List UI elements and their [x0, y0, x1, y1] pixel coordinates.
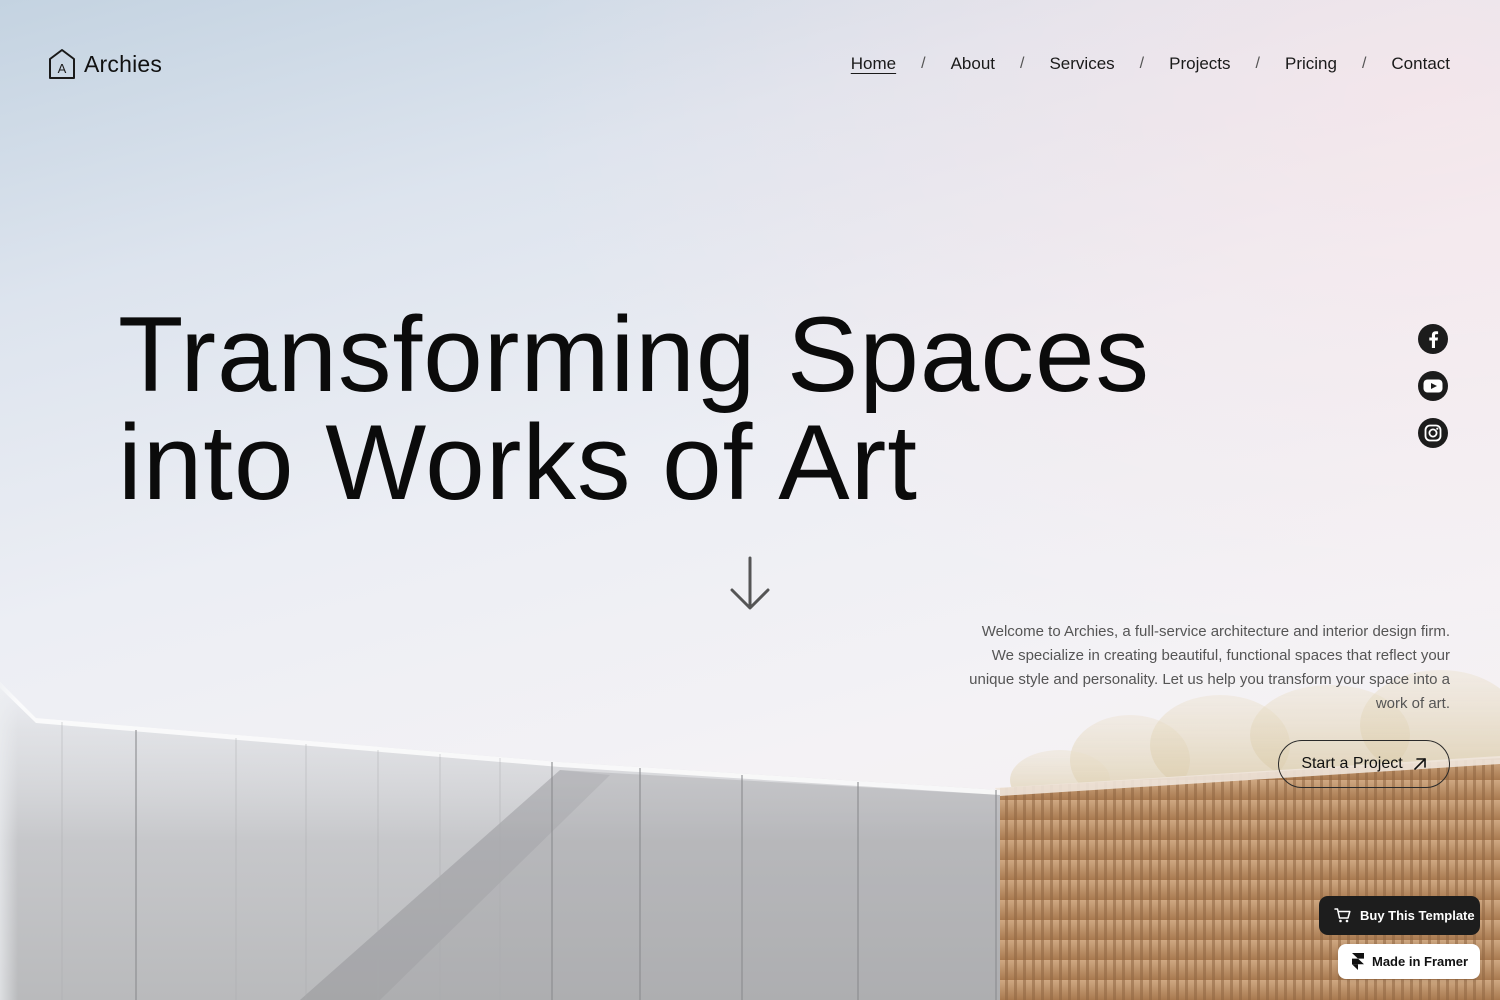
brand-name: Archies — [84, 50, 163, 77]
facebook-icon[interactable] — [1418, 324, 1448, 354]
made-in-framer-label: Made in Framer — [1372, 954, 1469, 969]
nav-home[interactable]: Home — [851, 54, 896, 74]
cart-icon — [1334, 908, 1351, 923]
made-in-framer-badge[interactable]: Made in Framer — [1338, 944, 1480, 979]
nav-contact[interactable]: Contact — [1391, 54, 1450, 74]
nav-pricing[interactable]: Pricing — [1285, 54, 1337, 74]
svg-text:A: A — [58, 61, 67, 76]
nav-separator: / — [1139, 55, 1145, 72]
hero-headline: Transforming Spaces into Works of Art — [118, 300, 1150, 516]
nav-services[interactable]: Services — [1049, 54, 1114, 74]
house-logo-icon: A — [49, 49, 75, 79]
intro-text: Welcome to Archies, a full-service archi… — [969, 623, 1450, 712]
youtube-icon[interactable] — [1418, 371, 1448, 401]
nav-separator: / — [1020, 55, 1025, 72]
nav-projects[interactable]: Projects — [1169, 54, 1230, 74]
headline-line-2: into Works of Art — [118, 402, 918, 522]
page: A Archies Home / About / Services / Proj… — [0, 0, 1500, 1000]
arrow-up-right-icon — [1413, 758, 1426, 770]
nav-separator: / — [1255, 55, 1260, 72]
instagram-icon[interactable] — [1418, 418, 1448, 448]
buy-template-label: Buy This Template — [1360, 908, 1475, 923]
start-project-button[interactable]: Start a Project — [1278, 740, 1450, 788]
brand-logo[interactable]: A Archies — [48, 48, 162, 80]
cta-label: Start a Project — [1301, 755, 1403, 772]
framer-logo-icon — [1352, 953, 1364, 970]
nav-separator: / — [1361, 55, 1367, 72]
buy-template-button[interactable]: Buy This Template — [1319, 896, 1480, 935]
nav-separator: / — [921, 55, 926, 72]
main-nav: Home / About / Services / Projects / Pri… — [851, 54, 1450, 74]
headline-line-1: Transforming Spaces — [118, 294, 1150, 414]
arrow-down-icon[interactable] — [728, 556, 772, 612]
nav-about[interactable]: About — [951, 54, 995, 74]
social-links — [1418, 324, 1448, 448]
